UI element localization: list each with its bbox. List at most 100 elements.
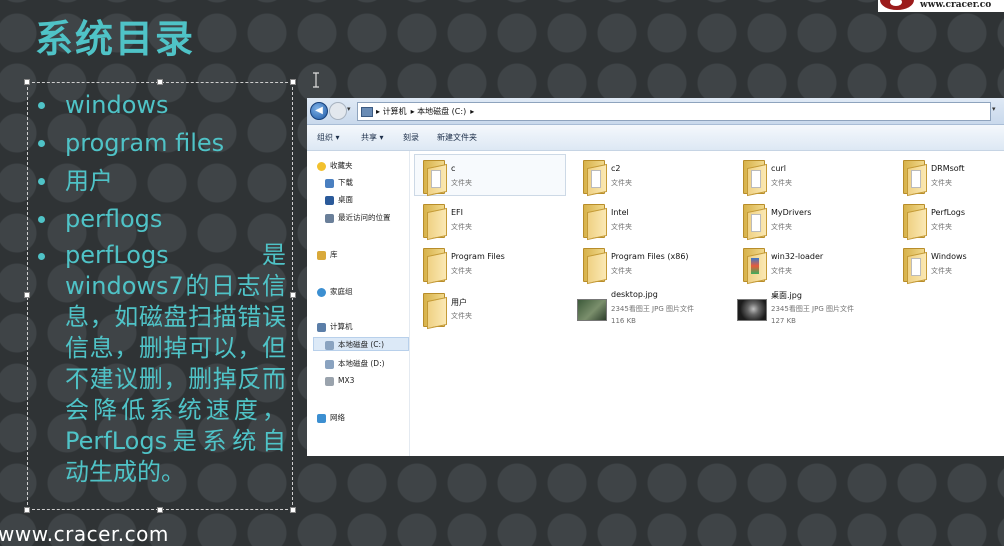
network-icon — [317, 413, 326, 423]
file-item[interactable]: 桌面.jpg 2345看图王 JPG 图片文件 127 KB — [735, 288, 885, 334]
resize-handle-tr[interactable] — [290, 79, 296, 85]
nav-drive-d[interactable]: 本地磁盘 (D:) — [325, 357, 385, 371]
file-item[interactable]: Intel 文件夹 — [575, 199, 725, 241]
item-type: 文件夹 — [771, 267, 792, 275]
file-item[interactable]: PerfLogs 文件夹 — [895, 199, 1004, 241]
file-item[interactable]: 用户 文件夹 — [415, 288, 565, 330]
folder-icon — [743, 202, 767, 241]
item-type: 文件夹 — [611, 267, 632, 275]
resize-handle-br[interactable] — [290, 507, 296, 513]
library-icon — [317, 250, 326, 260]
item-name: 用户 — [451, 298, 467, 307]
new-folder-button[interactable]: 新建文件夹 — [437, 125, 477, 150]
folder-icon — [743, 158, 767, 197]
breadcrumb-drive-c[interactable]: 本地磁盘 (C:) — [417, 107, 466, 116]
resize-handle-ml[interactable] — [24, 292, 30, 298]
resize-handle-tc[interactable] — [157, 79, 163, 85]
nav-label: 收藏夹 — [330, 161, 353, 170]
nav-computer[interactable]: 计算机 — [317, 320, 353, 334]
item-name: Program Files (x86) — [611, 252, 689, 261]
file-item[interactable]: Windows 文件夹 — [895, 243, 1004, 285]
file-item[interactable]: curl 文件夹 — [735, 155, 885, 197]
folder-icon — [423, 291, 447, 330]
item-type: 文件夹 — [931, 267, 952, 275]
recent-places-icon — [325, 213, 334, 223]
nav-label: 网络 — [330, 413, 345, 422]
address-bar-row: ◀ ▾ ▸ 计算机 ▸ 本地磁盘 (C:) ▸ ▾ — [307, 98, 1004, 125]
resize-handle-mr[interactable] — [290, 292, 296, 298]
nav-network[interactable]: 网络 — [317, 411, 345, 425]
item-name: Intel — [611, 208, 629, 217]
breadcrumb-separator: ▸ — [470, 107, 475, 116]
forward-arrow-icon[interactable] — [329, 102, 347, 120]
file-item[interactable]: Program Files 文件夹 — [415, 243, 565, 285]
item-type: 文件夹 — [931, 223, 952, 231]
file-item[interactable]: c2 文件夹 — [575, 155, 725, 197]
folder-icon — [903, 158, 927, 197]
item-type: 文件夹 — [771, 179, 792, 187]
nav-label: MX3 — [338, 376, 355, 385]
file-item[interactable]: Program Files (x86) 文件夹 — [575, 243, 725, 285]
address-dropdown-icon[interactable]: ▾ — [992, 105, 996, 113]
logo-mark-icon — [880, 0, 914, 10]
image-thumbnail-icon — [737, 299, 767, 321]
file-item[interactable]: c 文件夹 — [414, 154, 566, 197]
computer-icon — [317, 322, 326, 332]
file-item[interactable]: desktop.jpg 2345看图王 JPG 图片文件 116 KB — [575, 288, 725, 334]
nav-label: 家庭组 — [330, 287, 353, 296]
nav-label: 最近访问的位置 — [338, 213, 391, 222]
bullet-list: windows program files 用户 perflogs perfLo… — [36, 86, 286, 488]
file-item[interactable]: DRMsoft 文件夹 — [895, 155, 1004, 197]
nav-label: 库 — [330, 250, 338, 259]
file-item[interactable]: MyDrivers 文件夹 — [735, 199, 885, 241]
nav-label: 本地磁盘 (D:) — [338, 359, 385, 368]
address-field[interactable]: ▸ 计算机 ▸ 本地磁盘 (C:) ▸ — [357, 102, 991, 121]
back-arrow-icon[interactable]: ◀ — [310, 102, 328, 120]
file-item[interactable]: EFI 文件夹 — [415, 199, 565, 241]
nav-favorites[interactable]: 收藏夹 — [317, 159, 353, 173]
item-type: 2345看图王 JPG 图片文件 — [611, 305, 694, 313]
command-bar: 组织 ▾ 共享 ▾ 刻录 新建文件夹 — [307, 125, 1004, 151]
folder-icon — [903, 202, 927, 241]
folder-icon — [583, 202, 607, 241]
folder-icon — [583, 158, 607, 197]
bullet-item: perflogs — [36, 200, 286, 238]
item-name: 桌面.jpg — [771, 291, 802, 300]
resize-handle-bc[interactable] — [157, 507, 163, 513]
item-type: 文件夹 — [451, 223, 472, 231]
item-type: 2345看图王 JPG 图片文件 — [771, 305, 854, 313]
nav-recent[interactable]: 最近访问的位置 — [325, 211, 391, 225]
file-item[interactable]: win32-loader 文件夹 — [735, 243, 885, 285]
resize-handle-bl[interactable] — [24, 507, 30, 513]
folder-icon — [423, 202, 447, 241]
nav-homegroup[interactable]: 家庭组 — [317, 285, 353, 299]
organize-button[interactable]: 组织 ▾ — [317, 125, 340, 150]
item-name: Program Files — [451, 252, 505, 261]
resize-handle-tl[interactable] — [24, 79, 30, 85]
nav-downloads[interactable]: 下载 — [325, 176, 353, 190]
item-name: DRMsoft — [931, 164, 965, 173]
item-type: 文件夹 — [451, 267, 472, 275]
share-button[interactable]: 共享 ▾ — [361, 125, 384, 150]
folder-icon — [423, 158, 447, 197]
item-name: c2 — [611, 164, 621, 173]
computer-icon — [361, 106, 373, 117]
text-cursor-icon — [313, 72, 319, 88]
item-type: 文件夹 — [611, 179, 632, 187]
burn-button[interactable]: 刻录 — [403, 125, 419, 150]
item-name: curl — [771, 164, 786, 173]
breadcrumb-computer[interactable]: 计算机 — [383, 107, 407, 116]
drive-icon — [325, 340, 334, 350]
nav-label: 桌面 — [338, 195, 353, 204]
nav-desktop[interactable]: 桌面 — [325, 193, 353, 207]
navigation-pane: 收藏夹 下载 桌面 最近访问的位置 库 家庭组 计算机 本地磁盘 (C:) 本地… — [307, 151, 410, 456]
image-thumbnail-icon — [577, 299, 607, 321]
history-dropdown-icon[interactable]: ▾ — [347, 105, 351, 113]
item-name: EFI — [451, 208, 464, 217]
nav-drive-c[interactable]: 本地磁盘 (C:) — [313, 337, 409, 351]
folder-icon — [903, 246, 927, 285]
nav-label: 下载 — [338, 178, 353, 187]
nav-mx3[interactable]: MX3 — [325, 374, 354, 388]
item-name: Windows — [931, 252, 967, 261]
nav-libraries[interactable]: 库 — [317, 248, 338, 262]
